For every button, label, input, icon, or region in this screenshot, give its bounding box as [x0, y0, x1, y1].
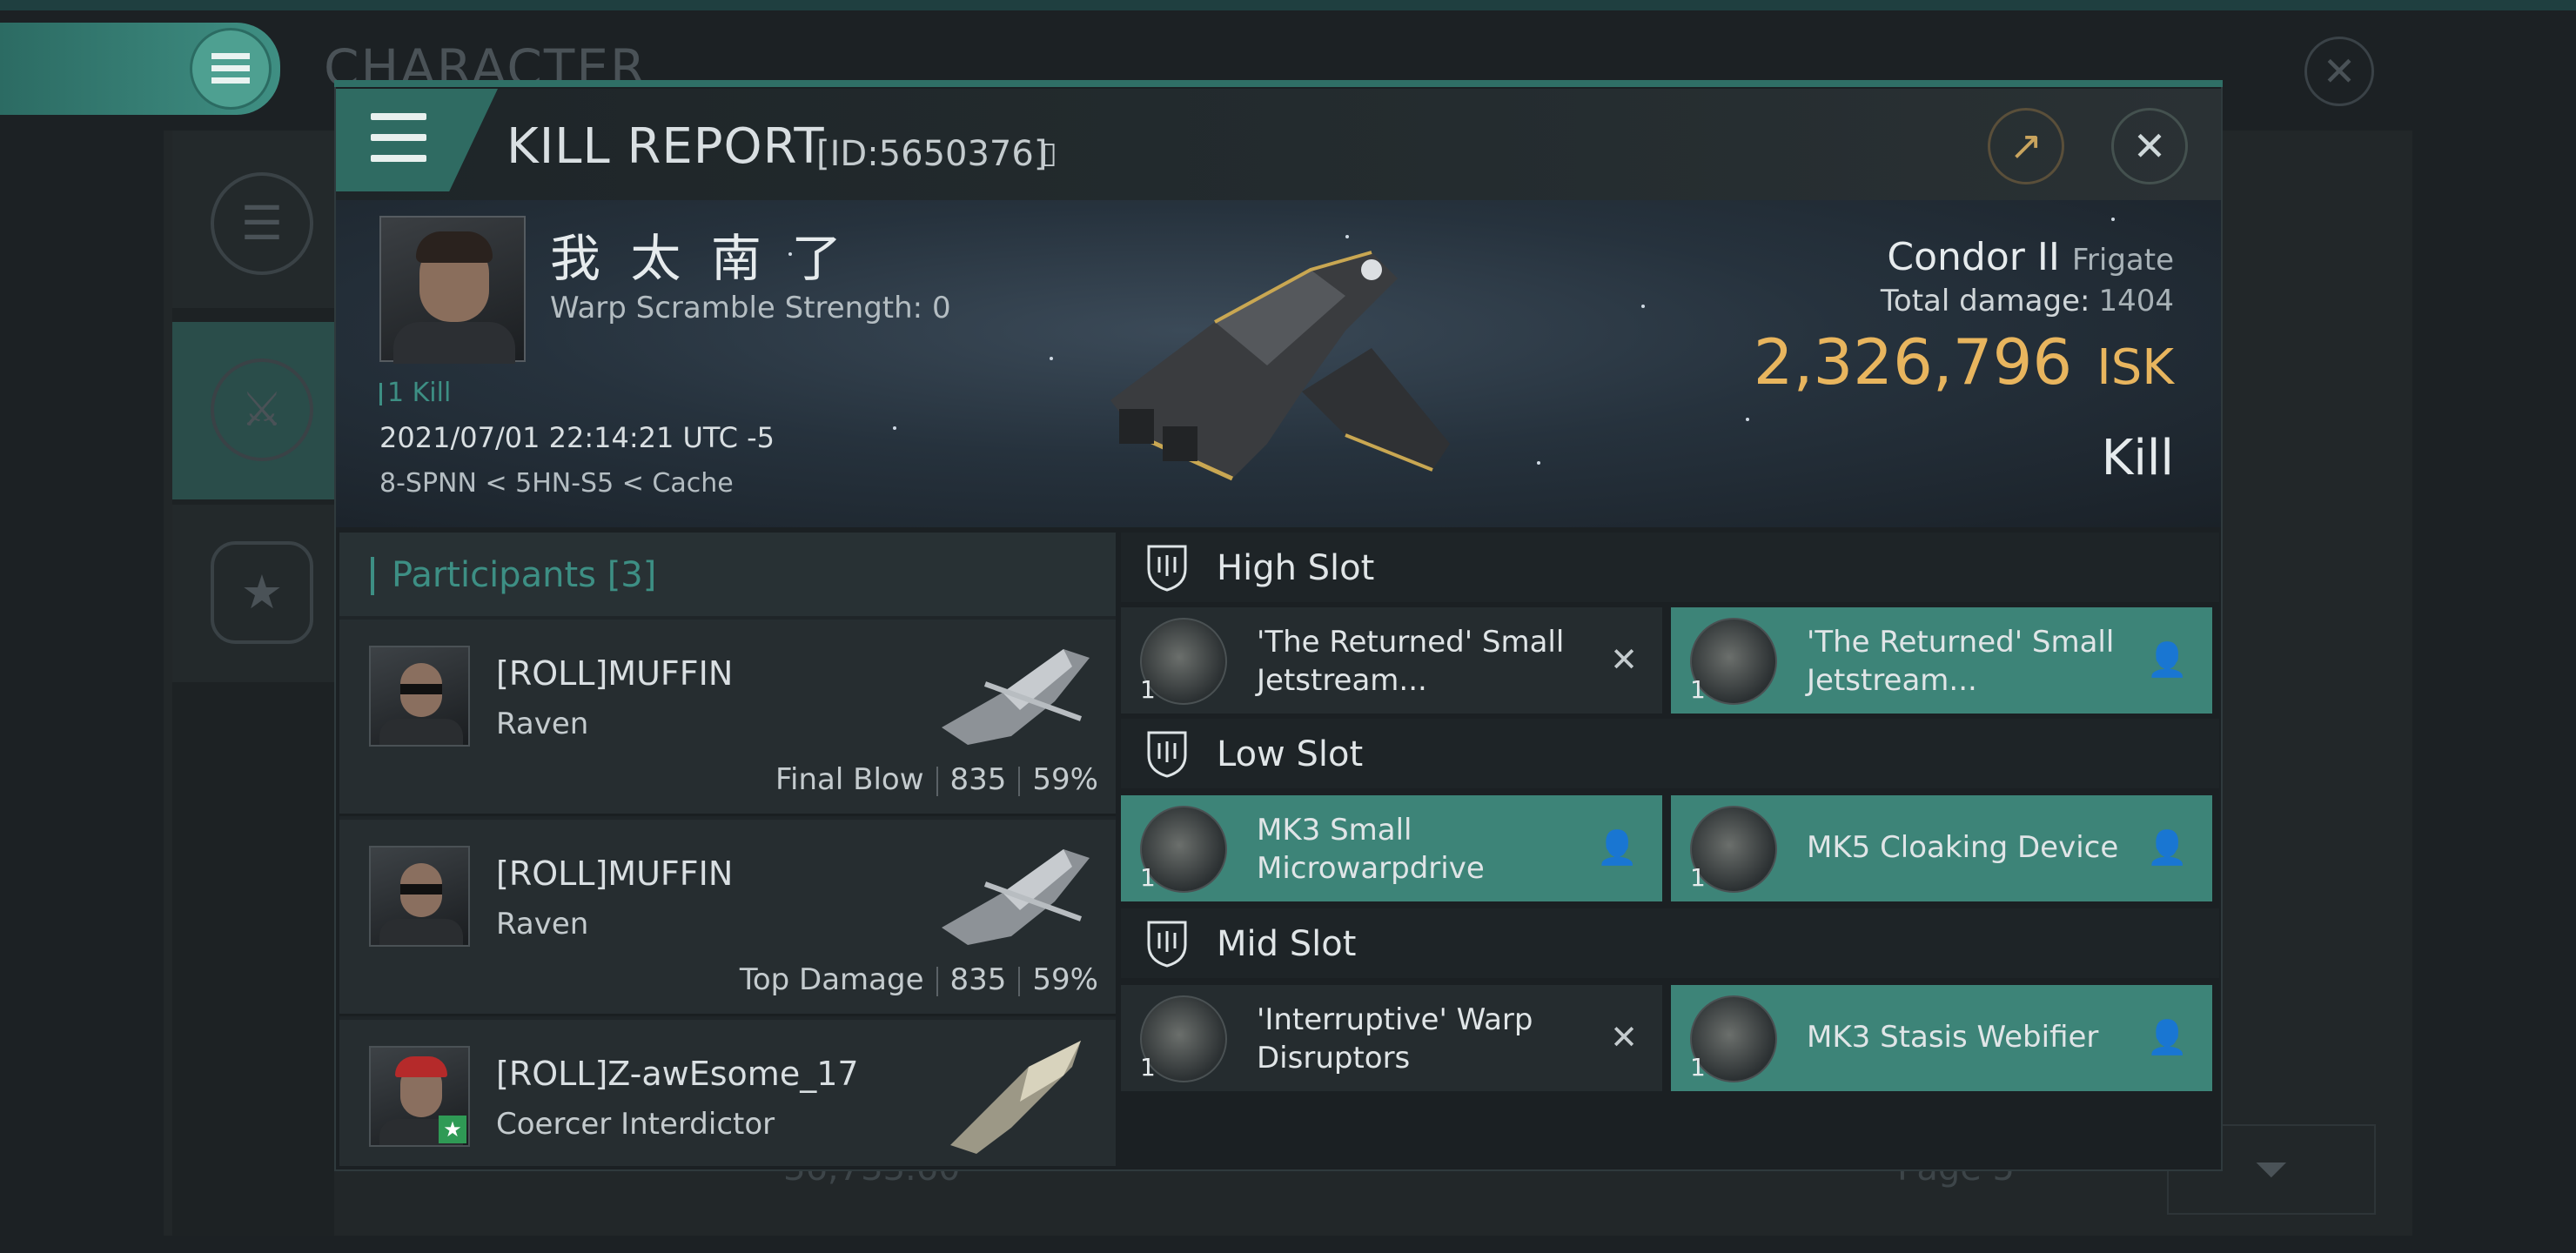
top-bar	[0, 0, 2576, 10]
person-icon: 👤	[1596, 828, 1638, 867]
victim-portrait[interactable]	[379, 216, 526, 364]
low-slot-header: Low Slot	[1121, 719, 2219, 788]
participants-panel: Participants [3] [ROLL]MUFFIN Raven Fina…	[339, 533, 1116, 1166]
participant-ship: Raven	[496, 907, 589, 941]
main-menu-button[interactable]	[0, 23, 280, 115]
victim-banner: 我 太 南 了 Warp Scramble Strength: 0 1 Kill…	[336, 200, 2221, 527]
module-item[interactable]: 1 MK5 Cloaking Device 👤	[1671, 795, 2212, 901]
isk-value: 2,326,796 ISK	[1753, 325, 2174, 399]
close-icon[interactable]: ✕	[2111, 108, 2188, 184]
total-damage: Total damage: 1404	[1880, 284, 2174, 318]
close-icon[interactable]: ✕	[2304, 37, 2374, 106]
participant-row[interactable]: [ROLL]MUFFIN Raven Final Blow 835 59%	[339, 620, 1116, 816]
kill-report-header: KILL REPORT [ID:5650376] ▯ ↗ ✕	[336, 89, 2221, 200]
module-name: 'The Returned' Small Jetstream...	[1807, 625, 2115, 698]
swords-icon: ⚔	[211, 358, 313, 461]
participant-stats: Final Blow 835 59%	[775, 762, 1098, 797]
x-icon: ✕	[1610, 1018, 1638, 1056]
module-name: 'The Returned' Small Jetstream...	[1257, 625, 1565, 698]
participant-name: [ROLL]Z-awEsome_17	[496, 1055, 859, 1093]
participant-row[interactable]: [ROLL]MUFFIN Raven Top Damage 835 59%	[339, 820, 1116, 1016]
shield-slot-icon	[1147, 921, 1187, 968]
warp-scramble-strength: Warp Scramble Strength: 0	[550, 291, 951, 325]
participants-header: Participants [3]	[339, 533, 1116, 616]
modal-accent-bar	[334, 80, 2223, 87]
module-item[interactable]: 1 'The Returned' Small Jetstream... 👤	[1671, 607, 2212, 714]
list-icon: ☰	[211, 172, 313, 275]
star-icon: ★	[211, 541, 313, 644]
ship-name: Condor II Frigate	[1887, 235, 2174, 279]
participant-name: [ROLL]MUFFIN	[496, 654, 734, 693]
x-icon: ✕	[1610, 640, 1638, 679]
module-item[interactable]: 1 MK3 Small Microwarpdrive 👤	[1121, 795, 1662, 901]
participant-name: [ROLL]MUFFIN	[496, 854, 734, 893]
participant-ship: Coercer Interdictor	[496, 1107, 775, 1142]
report-menu-button[interactable]	[336, 89, 498, 191]
share-icon[interactable]: ↗	[1988, 108, 2064, 184]
raven-ship-icon	[942, 849, 1090, 945]
coercer-interdictor-ship-icon	[950, 1041, 1081, 1154]
participant-row[interactable]: ★ [ROLL]Z-awEsome_17 Coercer Interdictor	[339, 1020, 1116, 1166]
module-name: MK3 Stasis Webifier	[1807, 1020, 2099, 1055]
copy-icon[interactable]: ▯	[1041, 136, 1057, 171]
fitting-slots: High Slot 1 'The Returned' Small Jetstre…	[1121, 533, 2219, 1166]
module-item[interactable]: 1 'The Returned' Small Jetstream... ✕	[1121, 607, 1662, 714]
person-icon: 👤	[2146, 1018, 2188, 1056]
participant-ship: Raven	[496, 707, 589, 741]
shield-slot-icon	[1147, 731, 1187, 778]
ship-class: Frigate	[2071, 243, 2174, 278]
participant-portrait[interactable]	[369, 646, 470, 747]
kill-report-modal: KILL REPORT [ID:5650376] ▯ ↗ ✕ 我 太 南 了 W…	[334, 80, 2223, 1171]
star-badge-icon: ★	[439, 1116, 466, 1143]
high-slot-header: High Slot	[1121, 533, 2219, 602]
person-icon: 👤	[2146, 640, 2188, 679]
module-name: 'Interruptive' Warp Disruptors	[1257, 1002, 1533, 1075]
raven-ship-icon	[942, 649, 1090, 745]
report-id: [ID:5650376]	[816, 134, 1048, 174]
participant-stats: Top Damage 835 59%	[739, 962, 1098, 997]
person-icon: 👤	[2146, 828, 2188, 867]
module-name: MK3 Small Microwarpdrive	[1257, 813, 1485, 886]
menu-icon	[371, 113, 426, 162]
participant-portrait[interactable]: ★	[369, 1046, 470, 1147]
victim-name: 我 太 南 了	[550, 229, 849, 288]
kill-result: Kill	[2101, 430, 2174, 486]
module-item[interactable]: 1 MK3 Stasis Webifier 👤	[1671, 985, 2212, 1091]
condor-ii-ship-image	[1110, 251, 1450, 481]
module-item[interactable]: 1 'Interruptive' Warp Disruptors ✕	[1121, 985, 1662, 1091]
mid-slot-header: Mid Slot	[1121, 908, 2219, 978]
kill-location: 8-SPNN < 5HN-S5 < Cache	[379, 468, 734, 499]
menu-icon	[190, 28, 272, 110]
victim-kill-count: 1 Kill	[379, 378, 451, 408]
shield-slot-icon	[1147, 545, 1187, 592]
participant-portrait[interactable]	[369, 846, 470, 947]
kill-datetime: 2021/07/01 22:14:21 UTC -5	[379, 421, 775, 454]
report-title: KILL REPORT	[506, 118, 825, 175]
module-name: MK5 Cloaking Device	[1807, 830, 2119, 865]
